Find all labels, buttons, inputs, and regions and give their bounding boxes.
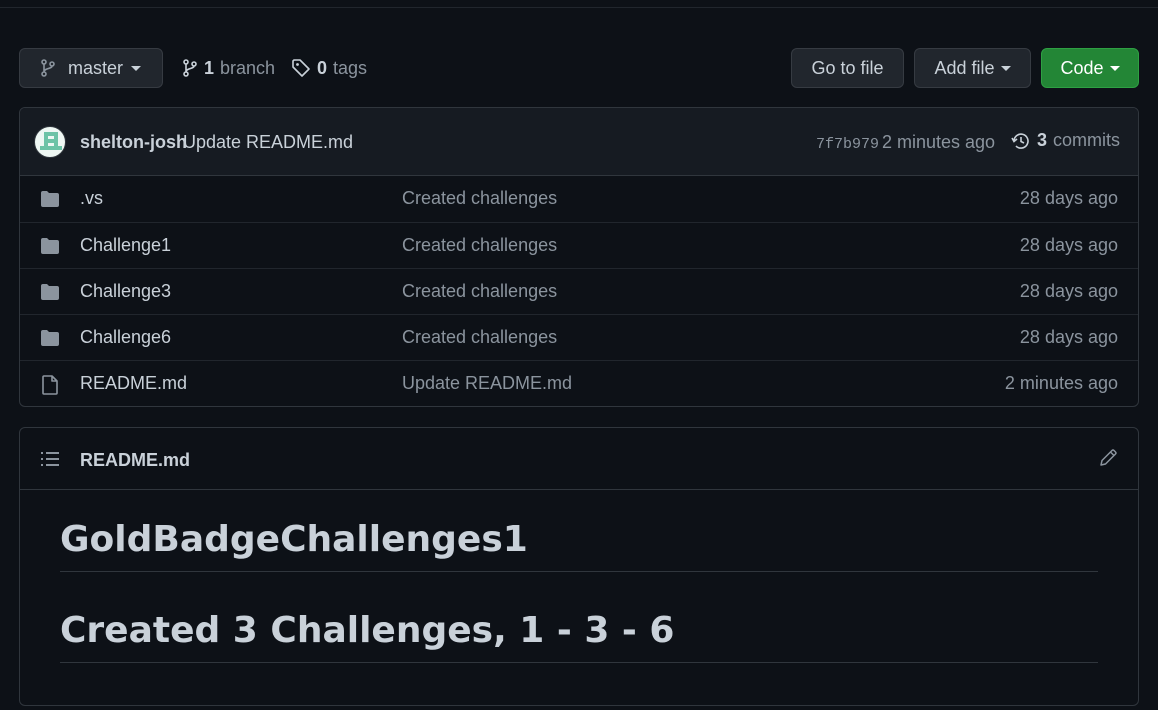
readme-header: README.md xyxy=(20,428,1138,490)
branch-icon xyxy=(41,59,55,77)
history-icon xyxy=(1011,132,1029,149)
code-label: Code xyxy=(1060,57,1104,78)
file-row: Challenge6 Created challenges 28 days ag… xyxy=(20,314,1138,360)
file-row: Challenge3 Created challenges 28 days ag… xyxy=(20,268,1138,314)
latest-commit-bar: shelton-josh Update README.md 7f7b979 2 … xyxy=(20,108,1138,176)
file-age: 28 days ago xyxy=(1019,327,1118,347)
repo-toolbar: master 1 branch 0 tags Go to file Add fi… xyxy=(19,48,1139,88)
tags-count: 0 xyxy=(317,57,328,78)
readme-panel: README.md GoldBadgeChallenges1 Created 3… xyxy=(19,427,1139,706)
file-commit-message-link[interactable]: Created challenges xyxy=(402,281,557,302)
file-age: 28 days ago xyxy=(1019,281,1118,301)
list-icon[interactable] xyxy=(40,450,60,468)
file-browser: shelton-josh Update README.md 7f7b979 2 … xyxy=(19,107,1139,407)
commit-sha-link[interactable]: 7f7b979 xyxy=(816,136,879,153)
branch-icon xyxy=(183,59,197,77)
chevron-down-icon xyxy=(131,65,142,71)
file-row: README.md Update README.md 2 minutes ago xyxy=(20,360,1138,406)
file-name-link[interactable]: README.md xyxy=(80,373,187,394)
go-to-file-label: Go to file xyxy=(811,57,884,78)
commits-count: 3 xyxy=(1037,130,1048,150)
file-name-link[interactable]: Challenge1 xyxy=(80,235,171,256)
branch-name: master xyxy=(68,57,124,78)
file-list: .vs Created challenges 28 days ago Chall… xyxy=(20,176,1138,406)
file-age: 28 days ago xyxy=(1019,188,1118,208)
folder-icon xyxy=(41,238,59,254)
go-to-file-button[interactable]: Go to file xyxy=(791,48,904,88)
readme-heading-title: GoldBadgeChallenges1 xyxy=(60,490,1098,572)
commits-label: commits xyxy=(1053,130,1121,150)
file-age: 2 minutes ago xyxy=(1004,373,1118,393)
tag-icon xyxy=(292,59,310,77)
avatar[interactable] xyxy=(34,126,66,158)
commit-message-link[interactable]: Update README.md xyxy=(183,132,353,153)
chevron-down-icon xyxy=(1109,65,1120,71)
file-age: 28 days ago xyxy=(1019,235,1118,255)
add-file-label: Add file xyxy=(934,57,995,78)
top-divider xyxy=(0,7,1158,8)
file-row: Challenge1 Created challenges 28 days ag… xyxy=(20,222,1138,268)
file-row: .vs Created challenges 28 days ago xyxy=(20,176,1138,222)
pencil-icon[interactable] xyxy=(1098,448,1118,468)
commit-time: 2 minutes ago xyxy=(882,132,996,152)
file-name-link[interactable]: .vs xyxy=(80,188,103,209)
readme-heading-description: Created 3 Challenges, 1 - 3 - 6 xyxy=(60,572,1098,663)
branch-select-button[interactable]: master xyxy=(19,48,163,88)
file-name-link[interactable]: Challenge6 xyxy=(80,327,171,348)
branches-link[interactable]: 1 branch xyxy=(182,48,275,88)
chevron-down-icon xyxy=(1000,65,1011,71)
file-name-link[interactable]: Challenge3 xyxy=(80,281,171,302)
tags-link[interactable]: 0 tags xyxy=(291,48,367,88)
folder-icon xyxy=(41,284,59,300)
file-commit-message-link[interactable]: Created challenges xyxy=(402,327,557,348)
tags-label: tags xyxy=(333,57,368,78)
folder-icon xyxy=(41,191,59,207)
file-commit-message-link[interactable]: Created challenges xyxy=(402,235,557,256)
branches-label: branch xyxy=(220,57,276,78)
readme-content: GoldBadgeChallenges1 Created 3 Challenge… xyxy=(60,490,1098,663)
commits-history-link[interactable]: 3 commits xyxy=(1011,130,1120,151)
folder-icon xyxy=(41,330,59,346)
file-icon xyxy=(42,375,58,395)
add-file-button[interactable]: Add file xyxy=(914,48,1031,88)
code-button[interactable]: Code xyxy=(1041,48,1139,88)
commit-author-link[interactable]: shelton-josh xyxy=(80,132,187,153)
file-commit-message-link[interactable]: Update README.md xyxy=(402,373,572,394)
file-commit-message-link[interactable]: Created challenges xyxy=(402,188,557,209)
readme-title: README.md xyxy=(80,450,191,470)
branches-count: 1 xyxy=(204,57,215,78)
